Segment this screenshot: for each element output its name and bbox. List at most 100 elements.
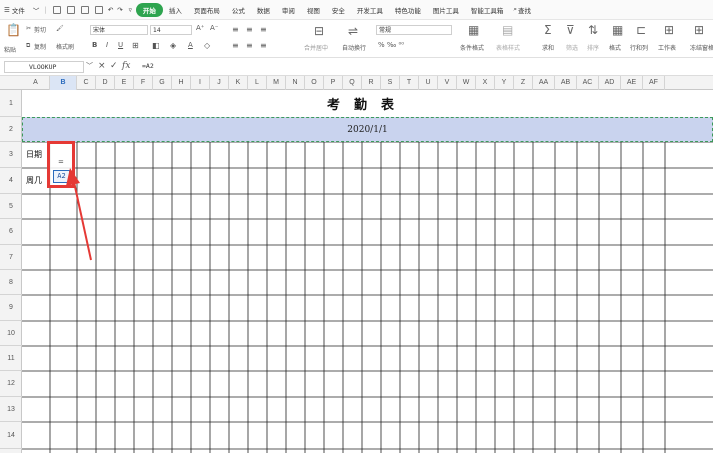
column-header-j[interactable]: J	[210, 76, 229, 90]
format-icon[interactable]: ▦	[612, 24, 623, 36]
tab-insert[interactable]: 插入	[163, 5, 188, 15]
date-cell-selected[interactable]: 2020/1/1	[22, 117, 713, 142]
copy-icon[interactable]: ⧉	[26, 42, 30, 50]
cut-button[interactable]: 剪切	[34, 25, 46, 34]
table-style-icon[interactable]: ▤	[502, 24, 513, 36]
font-grow-icon[interactable]: A⁺	[196, 24, 204, 32]
column-header-ac[interactable]: AC	[577, 76, 599, 90]
align-center-icon[interactable]: ≡	[246, 41, 253, 50]
wrap-icon[interactable]: ⇌	[348, 25, 358, 37]
tab-features[interactable]: 特色功能	[389, 5, 427, 15]
bold-icon[interactable]: B	[92, 41, 97, 49]
column-header-g[interactable]: G	[153, 76, 172, 90]
table-style-button[interactable]: 表格样式	[496, 43, 520, 52]
filter-icon[interactable]: ⊽	[566, 24, 575, 36]
tab-formulas[interactable]: 公式	[226, 5, 251, 15]
cancel-icon[interactable]: ×	[98, 61, 106, 72]
font-color-icon[interactable]: A	[188, 41, 193, 49]
row-header-9[interactable]: 9	[0, 295, 22, 321]
row-header-5[interactable]: 5	[0, 194, 22, 219]
column-header-p[interactable]: P	[324, 76, 343, 90]
merge-icon[interactable]: ⊟	[314, 25, 324, 37]
format-painter-button[interactable]: 格式刷	[56, 42, 74, 51]
merge-center-button[interactable]: 合并居中	[304, 43, 328, 52]
column-header-a[interactable]: A	[22, 76, 50, 90]
font-shrink-icon[interactable]: A⁻	[210, 24, 218, 32]
tab-page-layout[interactable]: 页面布局	[188, 5, 226, 15]
column-header-s[interactable]: S	[381, 76, 400, 90]
column-header-d[interactable]: D	[96, 76, 115, 90]
row-header-8[interactable]: 8	[0, 270, 22, 295]
column-header-i[interactable]: I	[191, 76, 210, 90]
column-header-n[interactable]: N	[286, 76, 305, 90]
row-header-2[interactable]: 2	[0, 117, 22, 142]
cell-a3-label[interactable]: 日期	[26, 149, 42, 160]
tab-view[interactable]: 视图	[301, 5, 326, 15]
sum-icon[interactable]: Σ	[544, 24, 552, 36]
font-name-select[interactable]: 宋体	[90, 25, 148, 35]
cond-format-button[interactable]: 条件格式	[460, 43, 484, 52]
column-header-af[interactable]: AF	[643, 76, 665, 90]
copy-button[interactable]: 复制	[34, 42, 46, 51]
column-header-e[interactable]: E	[115, 76, 134, 90]
column-header-c[interactable]: C	[77, 76, 96, 90]
scissors-icon[interactable]: ✂	[26, 25, 31, 32]
column-header-ab[interactable]: AB	[555, 76, 577, 90]
eraser-icon[interactable]: ◇	[204, 41, 210, 50]
column-header-w[interactable]: W	[457, 76, 476, 90]
tab-developer[interactable]: 开发工具	[351, 5, 389, 15]
freeze-button[interactable]: 冻结窗格	[690, 43, 713, 52]
align-top-icon[interactable]: ≡	[232, 25, 239, 34]
brush-icon[interactable]: 🖌	[56, 25, 64, 32]
tab-picture-tools[interactable]: 图片工具	[427, 5, 465, 15]
align-right-icon[interactable]: ≡	[260, 41, 267, 50]
column-header-m[interactable]: M	[267, 76, 286, 90]
sum-button[interactable]: 求和	[542, 43, 554, 52]
row-header-13[interactable]: 13	[0, 397, 22, 422]
menu-file[interactable]: 文件	[12, 5, 31, 15]
worksheet-icon[interactable]: ⊞	[664, 24, 674, 36]
column-header-ae[interactable]: AE	[621, 76, 643, 90]
column-header-r[interactable]: R	[362, 76, 381, 90]
sort-button[interactable]: 排序	[587, 43, 599, 52]
column-header-l[interactable]: L	[248, 76, 267, 90]
number-format-select[interactable]: 常规	[376, 25, 452, 35]
align-bottom-icon[interactable]: ≡	[260, 25, 267, 34]
search-box[interactable]: 查找	[518, 5, 537, 15]
column-header-x[interactable]: X	[476, 76, 495, 90]
worksheet-button[interactable]: 工作表	[658, 43, 676, 52]
fill-bucket-icon[interactable]: ◈	[170, 41, 176, 50]
print-icon[interactable]	[66, 5, 75, 14]
row-header-4[interactable]: 4	[0, 168, 22, 194]
cond-format-icon[interactable]: ▦	[468, 24, 479, 36]
tab-smart-tools[interactable]: 智能工具箱	[465, 5, 510, 15]
column-header-aa[interactable]: AA	[533, 76, 555, 90]
formula-input[interactable]: =A2	[142, 61, 154, 72]
chevron-down-icon[interactable]: ﹀	[31, 5, 42, 15]
row-header-12[interactable]: 12	[0, 371, 22, 397]
column-header-u[interactable]: U	[419, 76, 438, 90]
fill-color-icon[interactable]: ◧	[152, 41, 160, 50]
freeze-icon[interactable]: ⊞	[694, 24, 704, 36]
sheet-title-cell[interactable]: 考勤表	[22, 90, 713, 117]
tab-security[interactable]: 安全	[326, 5, 351, 15]
function-icon[interactable]: fx	[122, 61, 130, 72]
column-header-o[interactable]: O	[305, 76, 324, 90]
paste-icon[interactable]: 📋	[6, 24, 21, 36]
save-icon[interactable]	[52, 5, 61, 14]
column-header-ad[interactable]: AD	[599, 76, 621, 90]
format-button[interactable]: 格式	[609, 43, 621, 52]
preview-icon[interactable]	[94, 5, 103, 14]
border-icon[interactable]: ⊞	[132, 41, 139, 50]
align-middle-icon[interactable]: ≡	[246, 25, 253, 34]
font-size-select[interactable]: 14	[150, 25, 192, 35]
align-left-icon[interactable]: ≡	[232, 41, 239, 50]
confirm-icon[interactable]: ✓	[110, 61, 118, 72]
redo-icon[interactable]: ↷	[115, 6, 124, 14]
tab-data[interactable]: 数据	[251, 5, 276, 15]
export-icon[interactable]	[80, 5, 89, 14]
italic-icon[interactable]: I	[106, 41, 108, 49]
cell-b4-reference[interactable]: A2	[53, 170, 70, 183]
undo-icon[interactable]: ↶	[106, 6, 115, 14]
wrap-text-button[interactable]: 自动换行	[342, 43, 366, 52]
